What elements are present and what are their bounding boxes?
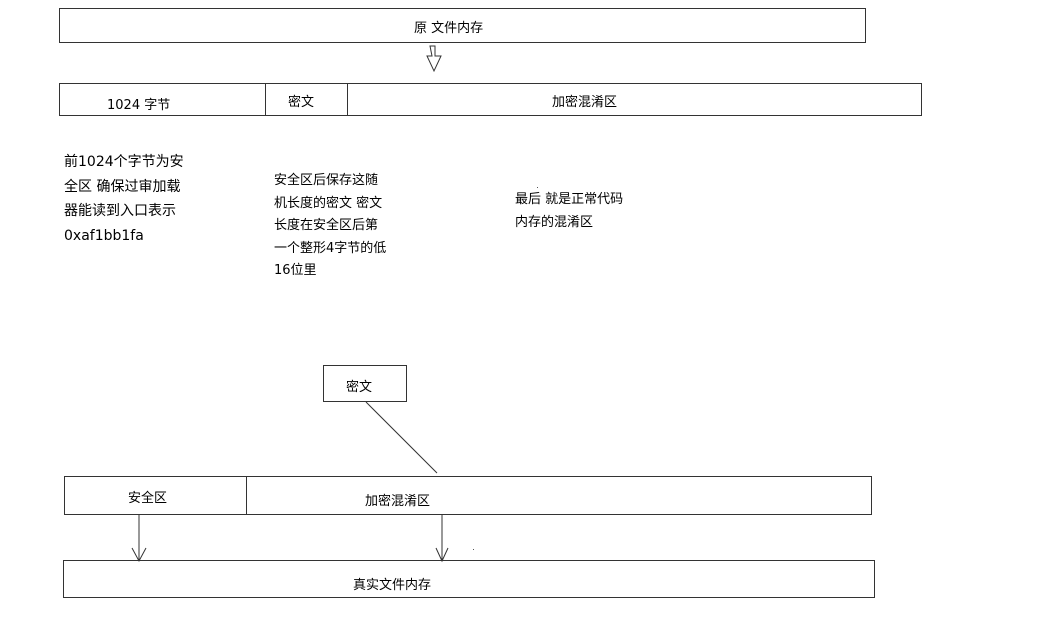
- stray-dot: [473, 549, 474, 550]
- safe-zone-note: 前1024个字节为安 全区 确保过审加载 器能读到入口表示 0xaf1bb1fa: [64, 154, 184, 244]
- bottom-obfuscated-label: 加密混淆区: [365, 494, 431, 509]
- bottom-safe-zone-label: 安全区: [128, 491, 168, 506]
- stray-dot: [537, 187, 538, 188]
- bottom-obfuscated-box: 加密混淆区: [246, 476, 872, 515]
- cipher-connector-line: [365, 401, 438, 474]
- layout-safe-zone-box: 1024 字节: [59, 83, 266, 116]
- bottom-safe-zone-box: 安全区: [64, 476, 247, 515]
- obfuscated-note: 最后 就是正常代码 内存的混淆区: [515, 192, 624, 230]
- cipher-box: 密文: [323, 365, 407, 402]
- original-file-memory-box: 原 文件内存: [59, 8, 866, 43]
- cipher-box-label: 密文: [346, 380, 373, 395]
- layout-obfuscated-box: 加密混淆区: [347, 83, 922, 116]
- real-file-memory-label: 真实文件内存: [353, 578, 432, 593]
- original-file-memory-label: 原 文件内存: [414, 21, 484, 36]
- real-file-memory-box: 真实文件内存: [63, 560, 875, 598]
- layout-cipher-label: 密文: [288, 95, 315, 110]
- layout-obfuscated-label: 加密混淆区: [552, 95, 618, 110]
- layout-cipher-box: 密文: [265, 83, 348, 116]
- layout-safe-zone-label: 1024 字节: [107, 98, 171, 113]
- cipher-note: 安全区后保存这随 机长度的密文 密文 长度在安全区后第 一个整形4字节的低 16…: [274, 173, 387, 278]
- block-arrow-down-icon: [426, 45, 442, 73]
